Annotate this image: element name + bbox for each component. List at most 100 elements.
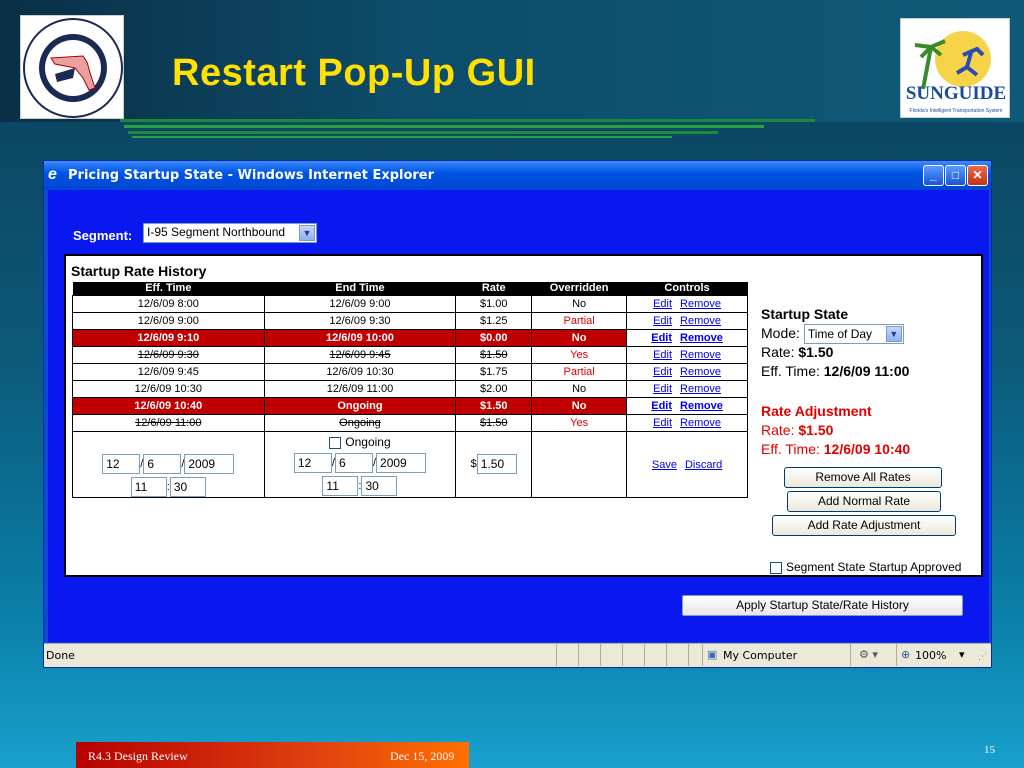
- remove-link[interactable]: Remove: [680, 315, 721, 327]
- eff-time-label: Eff. Time:: [761, 441, 820, 457]
- overridden-cell: Yes: [531, 414, 628, 432]
- segment-select[interactable]: I-95 Segment Northbound ▼: [143, 223, 317, 243]
- ongoing-checkbox[interactable]: [329, 436, 342, 449]
- window-title: Pricing Startup State - Windows Internet…: [68, 168, 435, 183]
- sunguide-logo: SUNGUIDE Florida's Intelligent Transport…: [900, 18, 1010, 118]
- sunguide-subtext: Florida's Intelligent Transportation Sys…: [910, 108, 1003, 114]
- controls-cell: Edit Remove: [626, 312, 748, 330]
- eff-day-input[interactable]: 6: [143, 454, 182, 474]
- controls-cell: Edit Remove: [626, 414, 748, 432]
- end-time-cell: Ongoing: [263, 414, 457, 432]
- rate-adjustment-heading: Rate Adjustment: [761, 403, 872, 419]
- edit-link[interactable]: Edit: [651, 400, 672, 412]
- close-button[interactable]: ✕: [967, 165, 988, 186]
- rate-label: Rate:: [761, 344, 795, 360]
- mode-selected-value: Time of Day: [807, 327, 873, 342]
- remove-link[interactable]: Remove: [680, 417, 721, 429]
- protected-mode-pane[interactable]: ⚙ ▾: [850, 644, 896, 666]
- zone-text: My Computer: [723, 649, 798, 662]
- end-month-input[interactable]: 12: [293, 453, 332, 473]
- rate-history-table: Eff. Time End Time Rate Overridden Contr…: [72, 282, 748, 498]
- overridden-cell: No: [531, 397, 628, 415]
- zoom-level: 100%: [915, 649, 947, 662]
- remove-all-rates-button[interactable]: Remove All Rates: [784, 467, 942, 488]
- add-normal-rate-button[interactable]: Add Normal Rate: [787, 491, 941, 512]
- eff-hour-input[interactable]: 11: [130, 477, 167, 497]
- end-time-cell: 12/6/09 10:00: [263, 329, 457, 347]
- edit-link[interactable]: Edit: [653, 417, 672, 429]
- startup-rate-value: $1.50: [798, 344, 834, 360]
- status-text: Done: [46, 649, 75, 662]
- controls-cell: Edit Remove: [626, 397, 748, 415]
- zoom-icon: ⊕: [901, 648, 911, 661]
- minimize-button[interactable]: _: [923, 165, 944, 186]
- rate-input[interactable]: 1.50: [476, 454, 517, 474]
- overridden-cell: No: [531, 380, 628, 398]
- end-year-input[interactable]: 2009: [376, 453, 427, 473]
- title-underline: [120, 119, 815, 138]
- save-link[interactable]: Save: [652, 459, 677, 471]
- status-pane: [556, 644, 578, 666]
- remove-link[interactable]: Remove: [680, 298, 721, 310]
- controls-cell: Edit Remove: [626, 363, 748, 381]
- table-row: 12/6/09 9:45 12/6/09 10:30 $1.75 Partial…: [72, 363, 748, 381]
- rate-cell: $1.50: [455, 346, 533, 364]
- overridden-cell: No: [531, 329, 628, 347]
- approved-checkbox[interactable]: [770, 561, 782, 574]
- resize-grip-icon[interactable]: ⋰: [978, 652, 987, 662]
- edit-link[interactable]: Edit: [653, 366, 672, 378]
- eff-time-cell: 12/6/09 9:45: [72, 363, 265, 381]
- eff-month-input[interactable]: 12: [102, 454, 141, 474]
- edit-link[interactable]: Edit: [653, 349, 672, 361]
- remove-link[interactable]: Remove: [680, 400, 723, 412]
- footer-date: Dec 15, 2009: [390, 749, 455, 763]
- controls-cell: Edit Remove: [626, 295, 748, 313]
- zoom-pane[interactable]: ⊕ 100% ▾: [896, 644, 974, 666]
- edit-link[interactable]: Edit: [653, 298, 672, 310]
- discard-link[interactable]: Discard: [685, 459, 722, 471]
- apply-button[interactable]: Apply Startup State/Rate History: [682, 595, 963, 616]
- remove-link[interactable]: Remove: [680, 349, 721, 361]
- chevron-down-icon[interactable]: ▼: [885, 326, 902, 343]
- end-minute-input[interactable]: 30: [361, 476, 398, 496]
- remove-link[interactable]: Remove: [680, 366, 721, 378]
- approved-row: Segment State Startup Approved: [770, 560, 961, 574]
- table-row: 12/6/09 8:00 12/6/09 9:00 $1.00 No Edit R…: [72, 295, 748, 313]
- rate-cell: $1.50: [455, 414, 533, 432]
- adjustment-eff-time-value: 12/6/09 10:40: [823, 441, 911, 457]
- status-bar: Done ▣ My Computer ⚙ ▾ ⊕ 100% ▾ ⋰: [44, 643, 991, 667]
- status-pane: [578, 644, 600, 666]
- adjustment-rate-value: $1.50: [798, 422, 834, 438]
- add-rate-adjustment-button[interactable]: Add Rate Adjustment: [772, 515, 956, 536]
- controls-cell: Edit Remove: [626, 346, 748, 364]
- remove-link[interactable]: Remove: [680, 383, 721, 395]
- column-header: Eff. Time: [72, 282, 265, 296]
- controls-cell: Edit Remove: [626, 380, 748, 398]
- column-header: End Time: [264, 282, 456, 296]
- status-pane: [622, 644, 644, 666]
- mode-select[interactable]: Time of Day ▼: [803, 324, 904, 345]
- eff-time-cell: 12/6/09 10:30: [72, 380, 265, 398]
- remove-link[interactable]: Remove: [680, 332, 723, 344]
- chevron-down-icon[interactable]: ▼: [299, 225, 315, 241]
- end-time-cell: 12/6/09 10:30: [263, 363, 457, 381]
- rate-cell: $1.00: [455, 295, 533, 313]
- table-row-active: 12/6/09 9:10 12/6/09 10:00 $0.00 No Edit…: [72, 329, 748, 347]
- edit-link[interactable]: Edit: [651, 332, 672, 344]
- chevron-down-icon[interactable]: ▾: [959, 648, 965, 661]
- rate-cell: $0.00: [455, 329, 533, 347]
- approved-label: Segment State Startup Approved: [786, 560, 962, 574]
- edit-link[interactable]: Edit: [653, 315, 672, 327]
- table-row: 12/6/09 10:30 12/6/09 11:00 $2.00 No Edi…: [72, 380, 748, 398]
- controls-cell: Edit Remove: [626, 329, 748, 347]
- end-day-input[interactable]: 6: [334, 453, 373, 473]
- maximize-button[interactable]: □: [945, 165, 966, 186]
- ie-icon: e: [48, 166, 57, 183]
- end-hour-input[interactable]: 11: [322, 476, 359, 496]
- rate-history-panel: Startup Rate History Eff. Time End Time …: [64, 254, 983, 577]
- window-titlebar[interactable]: e Pricing Startup State - Windows Intern…: [44, 161, 991, 190]
- edit-link[interactable]: Edit: [653, 383, 672, 395]
- eff-time-cell: 12/6/09 9:10: [72, 329, 265, 347]
- eff-year-input[interactable]: 2009: [184, 454, 235, 474]
- eff-minute-input[interactable]: 30: [169, 477, 206, 497]
